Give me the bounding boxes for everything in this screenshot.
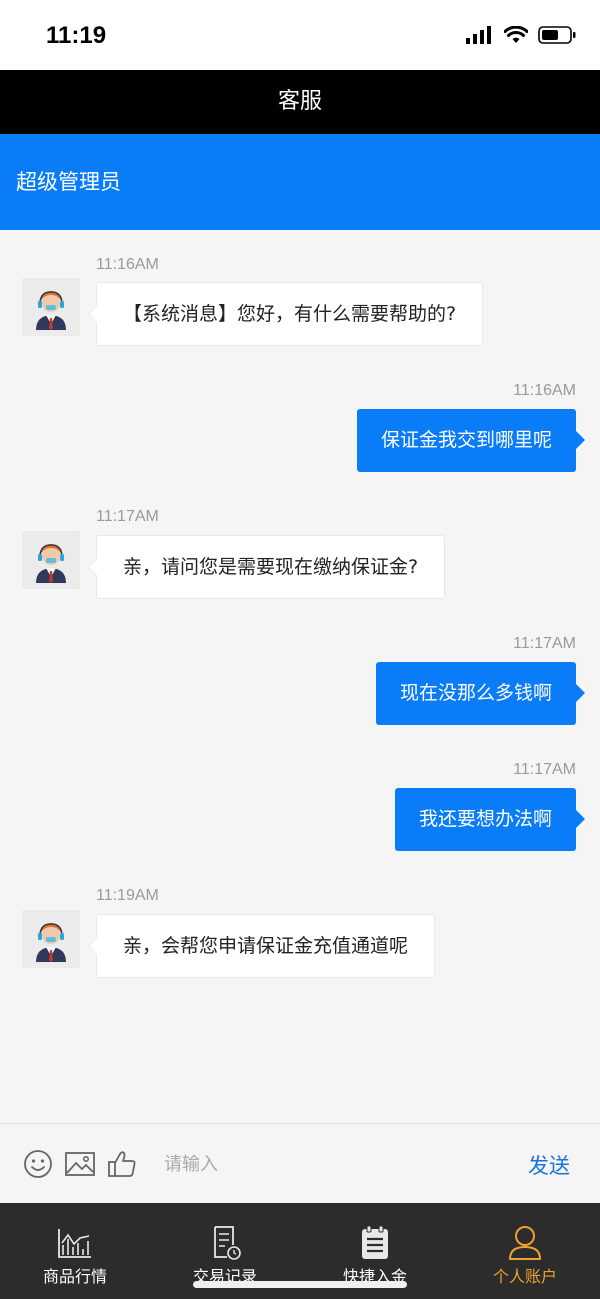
chart-icon <box>58 1229 91 1258</box>
outgoing-message-bubble: 保证金我交到哪里呢 <box>356 409 586 472</box>
message-input[interactable] <box>148 1132 518 1196</box>
message-time: 11:16AM <box>513 382 576 399</box>
status-icons <box>466 26 576 44</box>
wifi-icon <box>504 26 528 43</box>
thumbs-up-icon[interactable] <box>106 1148 138 1180</box>
chat-area[interactable]: 11:16AM 【系统消息】您好，有什么需要帮助的? 11:16AM 保证金我交… <box>0 230 600 1123</box>
message-time: 11:17AM <box>513 761 576 778</box>
support-agent-icon <box>36 923 66 962</box>
agent-avatar <box>22 531 80 589</box>
status-time: 11:19 <box>46 22 107 49</box>
support-agent-icon <box>36 291 66 330</box>
clipboard-icon <box>362 1225 388 1259</box>
support-agent-icon <box>36 544 66 583</box>
message-text: 亲，请问您是需要现在缴纳保证金? <box>123 556 419 578</box>
message-time: 11:17AM <box>513 635 576 652</box>
message-text: 现在没那么多钱啊 <box>399 682 552 704</box>
tab-label: 商品行情 <box>42 1267 107 1286</box>
message-text: 亲，会帮您申请保证金充值通道呢 <box>123 935 409 957</box>
outgoing-message-bubble: 现在没那么多钱啊 <box>375 662 586 725</box>
image-icon[interactable] <box>64 1148 96 1180</box>
status-bar: 11:19 <box>0 0 600 70</box>
message-text: 【系统消息】您好，有什么需要帮助的? <box>123 303 457 325</box>
page-title: 客服 <box>277 89 322 114</box>
agent-header: 超级管理员 <box>0 134 600 230</box>
incoming-message-bubble: 亲，请问您是需要现在缴纳保证金? <box>87 535 446 599</box>
message-text: 我还要想办法啊 <box>418 808 552 830</box>
incoming-message-bubble: 亲，会帮您申请保证金充值通道呢 <box>87 914 436 978</box>
send-button[interactable]: 发送 <box>528 1150 570 1180</box>
outgoing-message-bubble: 我还要想办法啊 <box>394 788 586 851</box>
agent-name: 超级管理员 <box>16 170 121 194</box>
tab-market[interactable]: 商品行情 <box>0 1203 150 1299</box>
document-clock-icon <box>214 1226 241 1260</box>
message-time: 11:19AM <box>96 887 159 904</box>
agent-avatar <box>22 278 80 336</box>
incoming-message-bubble: 【系统消息】您好，有什么需要帮助的? <box>87 282 484 346</box>
tab-personal-account[interactable]: 个人账户 <box>450 1203 600 1299</box>
emoji-icon[interactable] <box>22 1148 54 1180</box>
person-icon <box>509 1226 541 1260</box>
battery-icon <box>538 26 576 44</box>
agent-avatar <box>22 910 80 968</box>
signal-icon <box>466 26 491 44</box>
message-text: 保证金我交到哪里呢 <box>380 429 552 451</box>
message-time: 11:16AM <box>96 256 159 273</box>
message-time: 11:17AM <box>96 508 159 525</box>
page-title-bar: 客服 <box>0 70 600 134</box>
message-input-bar: 发送 <box>0 1123 600 1203</box>
home-indicator <box>193 1281 407 1288</box>
tab-label: 个人账户 <box>492 1267 557 1286</box>
